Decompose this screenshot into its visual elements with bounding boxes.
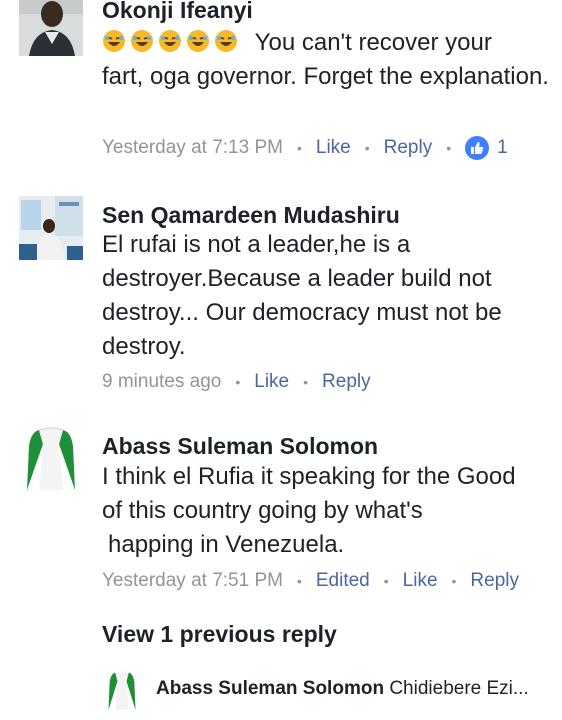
reply-author[interactable]: Abass Suleman Solomon (156, 678, 384, 699)
separator-dot: • (296, 140, 302, 156)
view-previous-replies-link[interactable]: View 1 previous reply (102, 621, 337, 648)
reply-button[interactable]: Reply (470, 570, 519, 592)
comment-text: I think el Rufia it speaking for the Goo… (102, 460, 552, 562)
reply-preview-text: Abass Suleman Solomon Chidiebere Ezi... (156, 678, 556, 700)
avatar[interactable] (19, 426, 83, 490)
thumbs-up-icon (465, 136, 490, 160)
comment-meta: Yesterday at 7:51 PM • Edited • Like • R… (102, 570, 519, 592)
avatar[interactable] (19, 0, 83, 56)
laughing-emoji-icon (103, 30, 125, 52)
laughing-emoji-icon (215, 30, 237, 52)
reaction-count[interactable]: 1 (465, 136, 508, 160)
laughing-emoji-icon (131, 30, 153, 52)
separator-dot: • (364, 140, 370, 156)
comment-timestamp[interactable]: Yesterday at 7:13 PM (102, 137, 283, 159)
avatar[interactable] (19, 196, 83, 260)
separator-dot: • (383, 573, 389, 589)
separator-dot: • (235, 374, 241, 390)
comment-meta: Yesterday at 7:13 PM • Like • Reply • 1 (102, 136, 508, 160)
comment-author[interactable]: Sen Qamardeen Mudashiru (102, 202, 400, 229)
emoji-row (102, 29, 249, 56)
comment-text-line1: I think el Rufia it speaking for the Goo… (102, 463, 516, 490)
comment-timestamp[interactable]: Yesterday at 7:51 PM (102, 570, 283, 592)
separator-dot: • (303, 374, 309, 390)
reply-button[interactable]: Reply (322, 371, 371, 393)
laughing-emoji-icon (159, 30, 181, 52)
comment-author[interactable]: Abass Suleman Solomon (102, 433, 378, 460)
comment-meta: 9 minutes ago • Like • Reply (102, 371, 371, 393)
like-button[interactable]: Like (254, 371, 289, 393)
like-count: 1 (497, 137, 508, 158)
like-button[interactable]: Like (403, 570, 438, 592)
separator-dot: • (451, 573, 457, 589)
edited-label[interactable]: Edited (316, 570, 370, 592)
laughing-emoji-icon (187, 30, 209, 52)
comment-text-line1: You can't recover your (254, 29, 492, 56)
avatar[interactable] (104, 670, 140, 710)
separator-dot: • (446, 140, 452, 156)
comment-text-line3: happing in Venezuela. (108, 531, 345, 558)
comment-text-line2: of this country going by what's (102, 497, 423, 524)
comment-author[interactable]: Okonji Ifeanyi (102, 0, 253, 24)
comment-text: El rufai is not a leader,he is a destroy… (102, 231, 502, 360)
reply-preview[interactable]: Abass Suleman Solomon Chidiebere Ezi... (104, 670, 560, 712)
like-button[interactable]: Like (316, 137, 351, 159)
reply-snippet: Chidiebere Ezi... (389, 678, 529, 699)
separator-dot: • (296, 573, 302, 589)
reply-button[interactable]: Reply (384, 137, 433, 159)
comment-text-rest: fart, oga governor. Forget the explanati… (102, 63, 549, 90)
comment-text: You can't recover your fart, oga governo… (102, 26, 552, 94)
comment-timestamp[interactable]: 9 minutes ago (102, 371, 221, 393)
